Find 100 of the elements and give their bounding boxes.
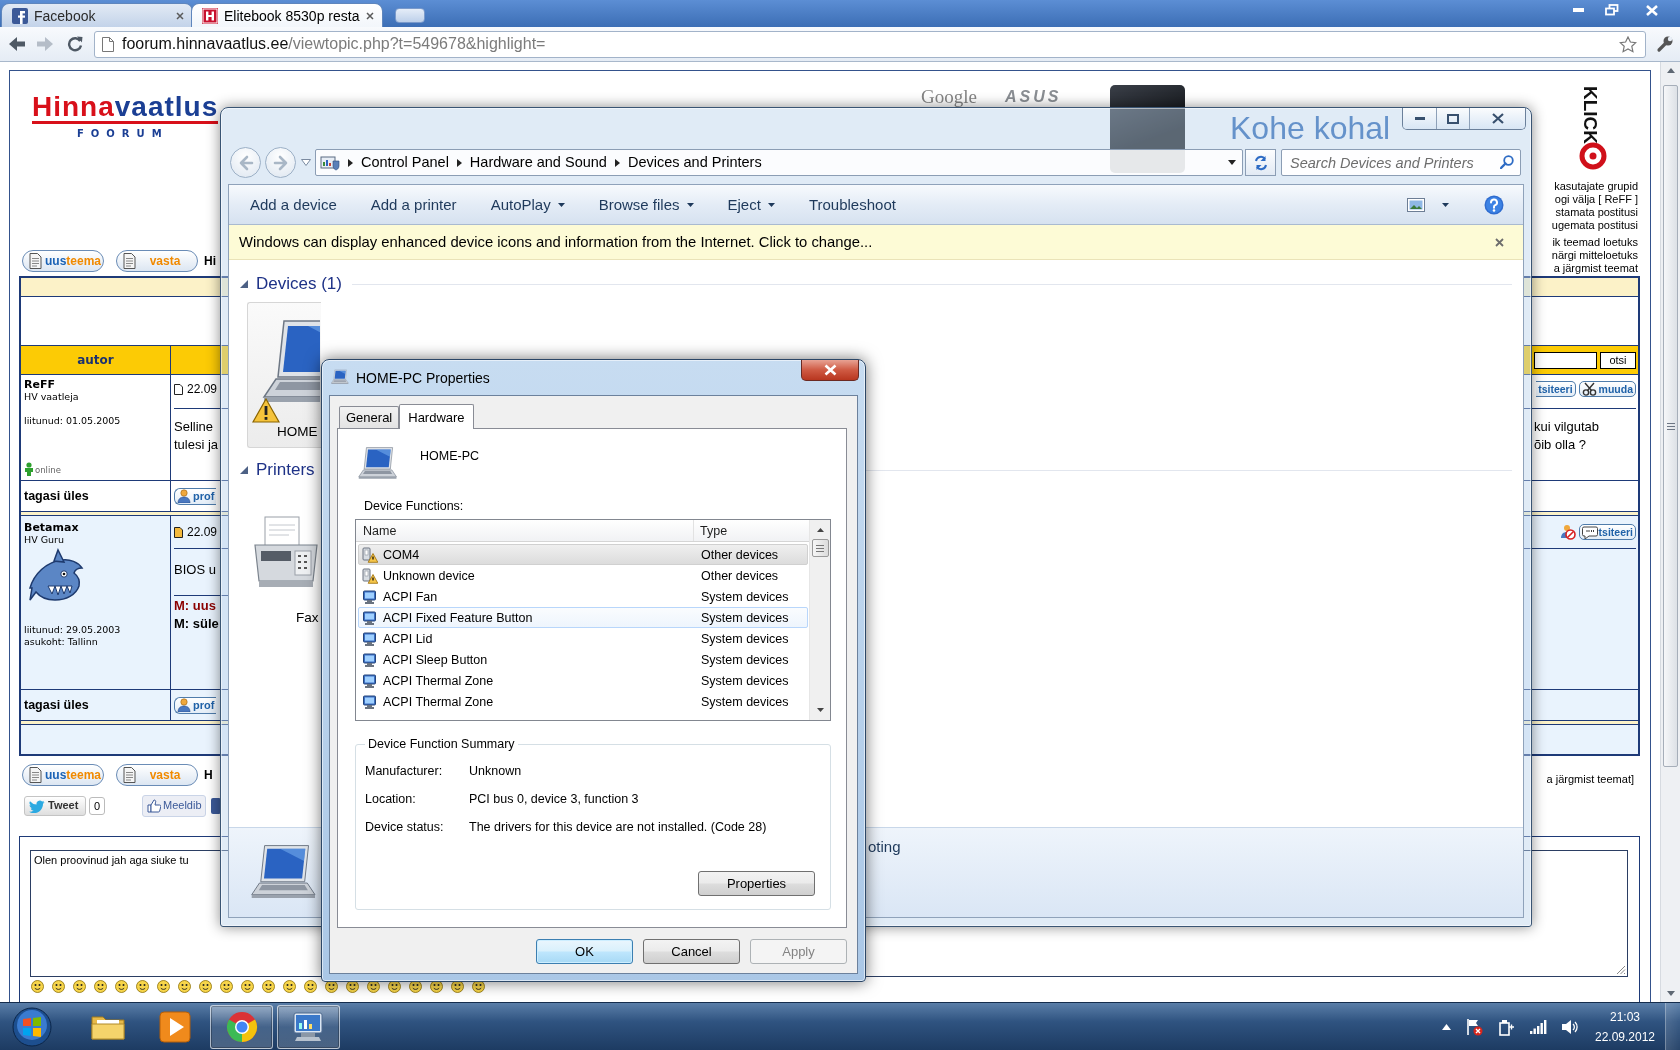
- close-icon[interactable]: [1495, 237, 1504, 247]
- toolbar-button[interactable]: AutoPlay: [473, 188, 582, 221]
- flag-icon[interactable]: [1465, 1017, 1483, 1036]
- back-to-top-link[interactable]: tagasi üles: [24, 698, 89, 712]
- browser-tab[interactable]: Facebook: [1, 3, 193, 27]
- column-header[interactable]: Name: [356, 520, 694, 541]
- list-scrollbar[interactable]: [809, 520, 830, 720]
- header-link[interactable]: stamata postitusi: [1551, 206, 1638, 219]
- quote-button[interactable]: tsiteeri: [1536, 381, 1576, 397]
- user-blocked-icon[interactable]: [1559, 524, 1576, 540]
- dialog-tab[interactable]: Hardware: [399, 404, 474, 429]
- chevron-icon[interactable]: [614, 158, 620, 167]
- scroll-up-icon[interactable]: [816, 528, 824, 532]
- smiley-icon[interactable]: [304, 980, 317, 993]
- site-logo[interactable]: Hinnavaatlus: [32, 92, 219, 124]
- back-icon[interactable]: [9, 37, 25, 51]
- list-row[interactable]: ACPI Fixed Feature Button System devices: [358, 607, 808, 628]
- scroll-down-icon[interactable]: [816, 708, 824, 712]
- column-header[interactable]: Type: [694, 520, 809, 541]
- device-list[interactable]: [355, 519, 831, 721]
- expanded-icon[interactable]: [240, 280, 248, 288]
- help-icon[interactable]: [1484, 194, 1504, 215]
- list-row[interactable]: COM4 Other devices: [358, 544, 808, 565]
- back-to-top-link[interactable]: tagasi üles: [24, 489, 89, 503]
- header-link[interactable]: ik teemad loetuks: [1551, 236, 1638, 249]
- refresh-button[interactable]: [1245, 149, 1276, 176]
- breadcrumb-link[interactable]: Control Panel: [361, 154, 449, 171]
- smiley-icon[interactable]: [283, 980, 296, 993]
- header-link[interactable]: ugemata postitusi: [1551, 219, 1638, 232]
- tweet-button[interactable]: Tweet: [24, 796, 86, 816]
- close-button[interactable]: [1469, 108, 1525, 129]
- topic-title-link[interactable]: H: [204, 768, 213, 782]
- search-field[interactable]: Search Devices and Printers: [1281, 149, 1521, 176]
- address-bar[interactable]: Control Panel Hardware and Sound Devices and Printers: [315, 149, 1243, 176]
- list-row[interactable]: ACPI Sleep Button System devices: [358, 649, 808, 670]
- group-header[interactable]: Printers: [256, 460, 315, 480]
- search-field[interactable]: [1534, 351, 1597, 369]
- view-button[interactable]: [1407, 197, 1449, 212]
- taskbar-button[interactable]: [210, 1004, 273, 1049]
- breadcrumb-link[interactable]: Devices and Printers: [627, 154, 762, 171]
- show-hidden-icon[interactable]: [1442, 1023, 1451, 1030]
- search-icon[interactable]: [1500, 155, 1514, 169]
- chevron-icon[interactable]: [456, 158, 462, 167]
- reload-icon[interactable]: [67, 36, 83, 52]
- smiley-icon[interactable]: [178, 980, 191, 993]
- edit-button[interactable]: muuda: [1578, 381, 1636, 397]
- page-scrollbar[interactable]: [1660, 62, 1680, 1002]
- scrollbar-thumb[interactable]: [811, 539, 829, 557]
- toolbar-button[interactable]: Browse files: [581, 188, 711, 221]
- device-tile[interactable]: HOME: [247, 302, 321, 448]
- new-topic-button[interactable]: uusteema: [22, 250, 104, 272]
- header-link[interactable]: ogi välja [ ReFF ]: [1551, 193, 1638, 206]
- smiley-icon[interactable]: [115, 980, 128, 993]
- info-bar[interactable]: Windows can display enhanced device icons and information from the Internet. Click to change...: [229, 225, 1523, 260]
- battery-icon[interactable]: [1497, 1017, 1515, 1036]
- topic-title-link[interactable]: Hi: [204, 254, 216, 268]
- show-desktop-button[interactable]: [1665, 1002, 1680, 1050]
- signal-bars-icon[interactable]: [1529, 1018, 1547, 1035]
- list-row[interactable]: Unknown device Other devices: [358, 565, 808, 586]
- dialog-button[interactable]: Cancel: [643, 939, 740, 964]
- smiley-icon[interactable]: [199, 980, 212, 993]
- properties-button[interactable]: Properties: [698, 871, 815, 896]
- new-topic-button[interactable]: uusteema: [22, 764, 104, 786]
- new-tab-button[interactable]: [395, 8, 425, 23]
- scroll-down-icon[interactable]: [1666, 991, 1675, 996]
- close-icon[interactable]: [366, 11, 374, 20]
- list-row[interactable]: ACPI Thermal Zone System devices: [358, 670, 808, 691]
- taskbar-button[interactable]: [277, 1004, 340, 1049]
- toolbar-button[interactable]: Troubleshoot: [791, 188, 913, 221]
- scroll-up-icon[interactable]: [1666, 68, 1675, 73]
- close-button[interactable]: [801, 360, 859, 381]
- author-name[interactable]: ReFF: [24, 378, 55, 391]
- device-tile[interactable]: Fax: [247, 488, 321, 628]
- breadcrumb-link[interactable]: Hardware and Sound: [469, 154, 607, 171]
- wrench-icon[interactable]: [1656, 35, 1674, 53]
- search-button[interactable]: otsi: [1600, 351, 1636, 369]
- group-header[interactable]: Devices (1): [256, 274, 342, 294]
- toolbar-button[interactable]: Eject: [710, 188, 792, 221]
- minimize-button[interactable]: [1403, 108, 1436, 129]
- toolbar-button[interactable]: Add a device: [233, 188, 354, 221]
- address-bar[interactable]: foorum.hinnavaatlus.ee/viewtopic.php?t=549678&highlight=: [94, 30, 1646, 58]
- scrollbar-thumb[interactable]: [1663, 85, 1678, 767]
- chevron-icon[interactable]: [348, 158, 353, 167]
- topic-nav-link[interactable]: a järgmist teemat]: [1546, 773, 1634, 786]
- star-icon[interactable]: [1619, 35, 1637, 53]
- resize-grip-icon[interactable]: [1616, 965, 1626, 975]
- quote-button[interactable]: tsiteeri: [1578, 524, 1636, 540]
- author-name[interactable]: Betamax: [24, 521, 79, 534]
- toolbar-button[interactable]: Add a printer: [353, 188, 474, 221]
- smiley-icon[interactable]: [94, 980, 107, 993]
- smiley-icon[interactable]: [157, 980, 170, 993]
- speaker-icon[interactable]: [1561, 1018, 1579, 1035]
- profile-button[interactable]: prof: [174, 487, 217, 505]
- dropdown-icon[interactable]: [1228, 160, 1236, 165]
- list-row[interactable]: ACPI Fan System devices: [358, 586, 808, 607]
- close-icon[interactable]: [176, 11, 184, 20]
- smiley-icon[interactable]: [52, 980, 65, 993]
- recent-pages-icon[interactable]: [301, 159, 311, 166]
- smiley-icon[interactable]: [73, 980, 86, 993]
- like-button[interactable]: Meeldib: [142, 795, 206, 817]
